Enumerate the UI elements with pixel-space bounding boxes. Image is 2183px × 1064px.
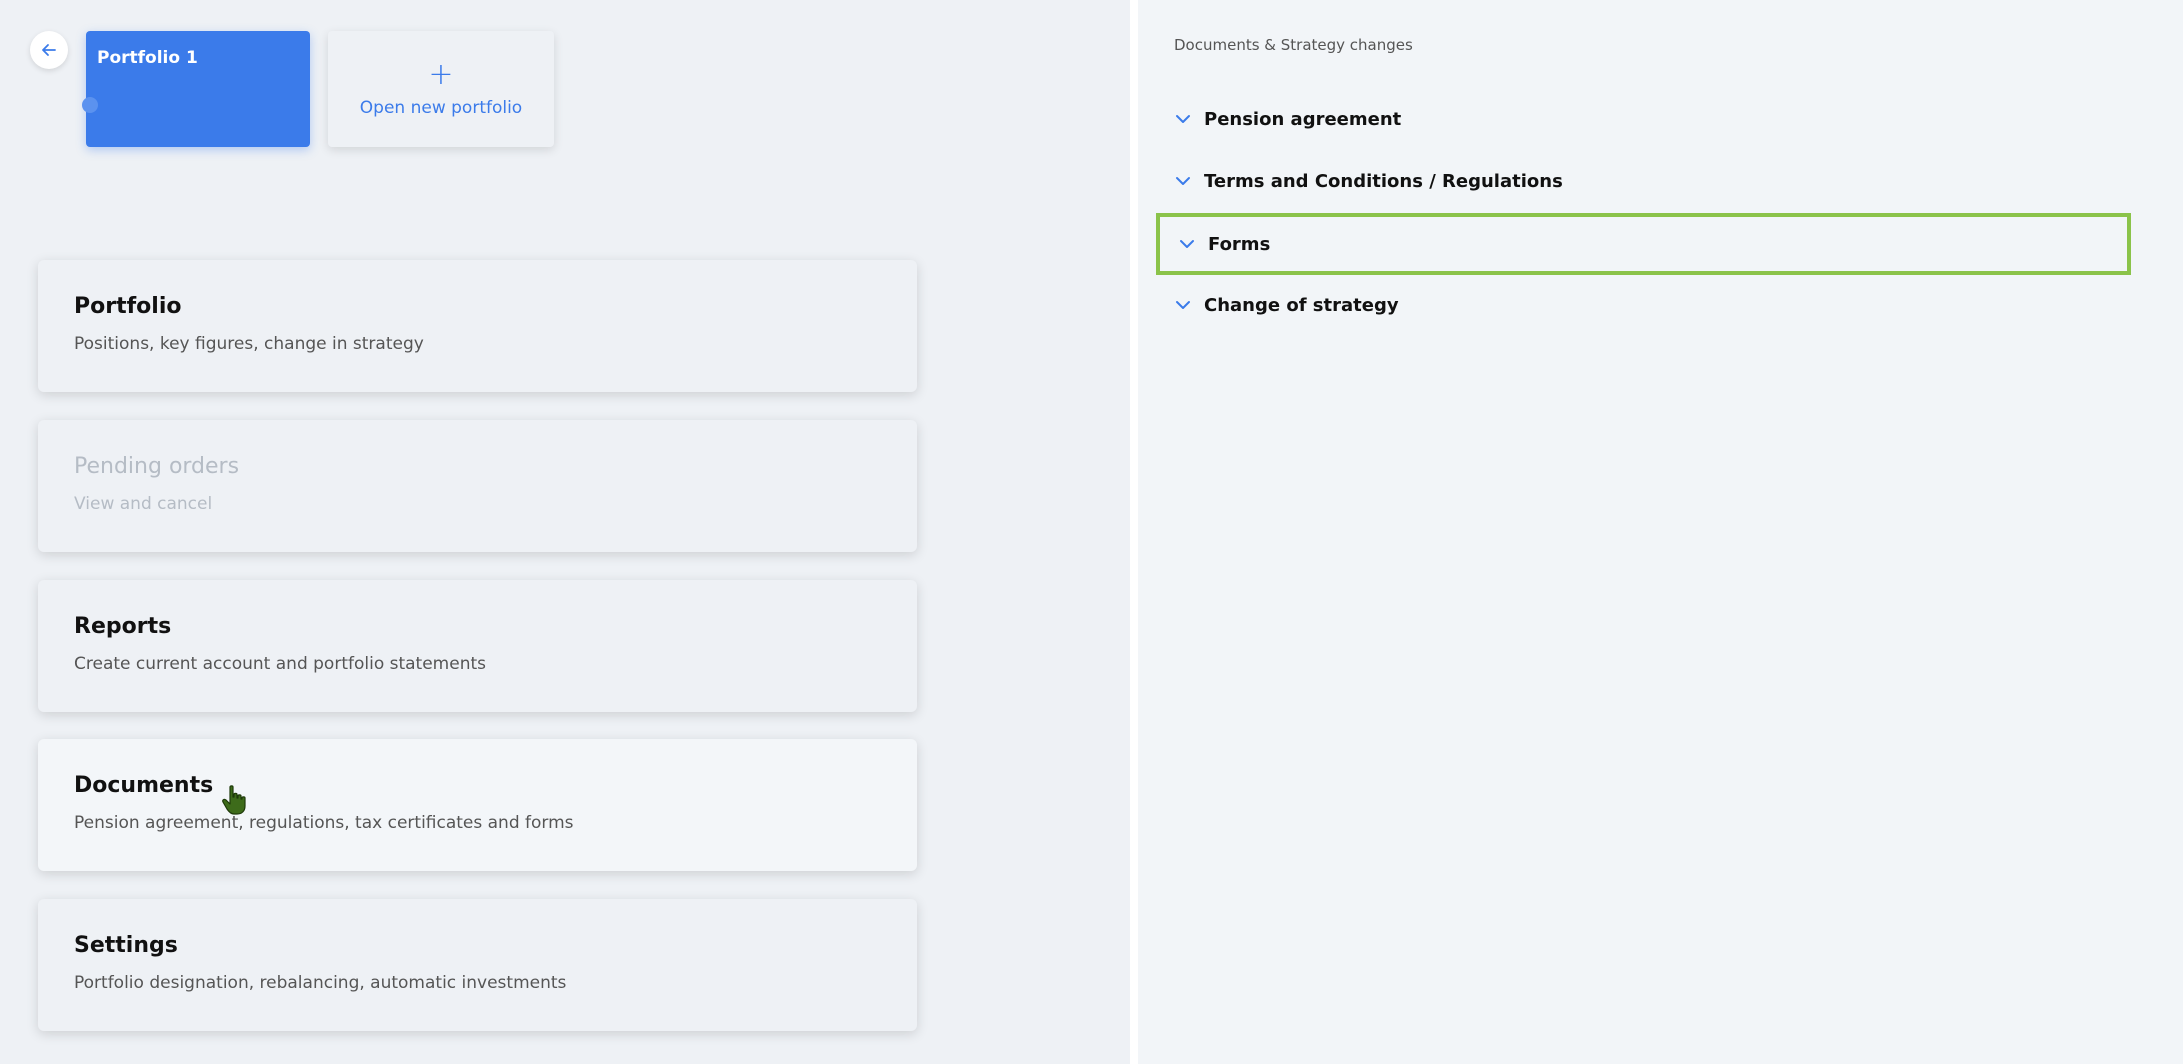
open-new-portfolio-label: Open new portfolio xyxy=(359,98,523,118)
card-title: Portfolio xyxy=(74,294,182,319)
card-reports[interactable]: Reports Create current account and portf… xyxy=(38,580,917,712)
card-subtitle: Positions, key figures, change in strate… xyxy=(74,334,424,354)
indicator-dot xyxy=(82,97,98,113)
card-title: Documents xyxy=(74,773,214,798)
card-title: Settings xyxy=(74,933,178,958)
portfolio-tab-active[interactable]: Portfolio 1 xyxy=(82,31,310,147)
accordion-label: Pension agreement xyxy=(1204,108,1402,130)
card-title: Pending orders xyxy=(74,454,240,479)
chevron-down-icon xyxy=(1156,176,1200,186)
section-title: Documents & Strategy changes xyxy=(1174,36,1413,54)
portfolio-tab-label: Portfolio 1 xyxy=(97,48,198,68)
accordion-terms-conditions[interactable]: Terms and Conditions / Regulations xyxy=(1156,150,2131,212)
accordion-pension-agreement[interactable]: Pension agreement xyxy=(1156,88,2131,150)
hand-cursor-icon xyxy=(222,785,246,815)
chevron-down-icon xyxy=(1156,114,1200,124)
card-documents[interactable]: Documents Pension agreement, regulations… xyxy=(38,739,917,871)
accordion-label: Terms and Conditions / Regulations xyxy=(1204,170,1563,192)
accordion-change-of-strategy[interactable]: Change of strategy xyxy=(1156,274,2131,336)
card-pending-orders: Pending orders View and cancel xyxy=(38,420,917,552)
back-button[interactable] xyxy=(30,31,68,69)
left-pane: Portfolio 1 + Open new portfolio Portfol… xyxy=(0,0,1130,1064)
card-portfolio[interactable]: Portfolio Positions, key figures, change… xyxy=(38,260,917,392)
right-pane: Documents & Strategy changes Pension agr… xyxy=(1138,0,2183,1064)
card-subtitle: View and cancel xyxy=(74,494,213,514)
card-subtitle: Portfolio designation, rebalancing, auto… xyxy=(74,973,567,993)
card-subtitle: Create current account and portfolio sta… xyxy=(74,654,487,674)
plus-icon: + xyxy=(428,57,454,92)
chevron-down-icon xyxy=(1156,300,1200,310)
open-new-portfolio-button[interactable]: + Open new portfolio xyxy=(328,31,554,147)
card-settings[interactable]: Settings Portfolio designation, rebalanc… xyxy=(38,899,917,1031)
pane-divider xyxy=(1130,0,1138,1064)
chevron-down-icon xyxy=(1160,239,1204,249)
accordion-label: Forms xyxy=(1208,233,1271,255)
accordion-forms[interactable]: Forms xyxy=(1156,213,2131,275)
card-title: Reports xyxy=(74,614,172,639)
accordion-label: Change of strategy xyxy=(1204,294,1399,316)
arrow-left-icon xyxy=(42,44,56,56)
card-subtitle: Pension agreement, regulations, tax cert… xyxy=(74,813,574,833)
